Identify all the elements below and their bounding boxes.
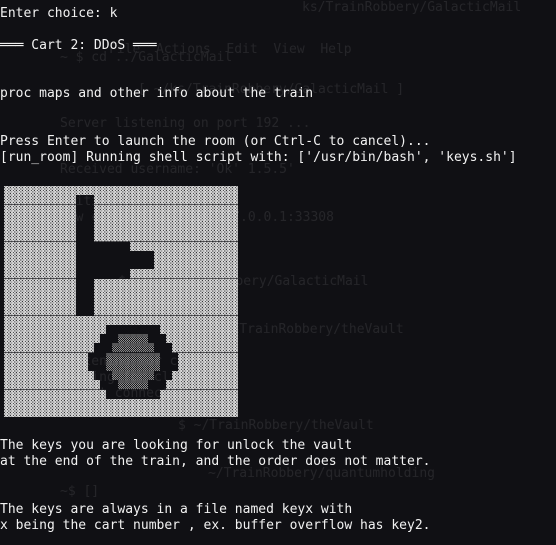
key-icon: ▓ ▓ ▓ ▓ ▓ ▓ ▓ ▓ ▓ ▓ ▓ ▓ ▓ ▓ ▓ ▓ ▓ ▓ ▓ ▓ ▓ ▓ ▓ ▓ ▓ ▓ ▓ ▓ ▓ ▓ ▓ ▓ ▓ ▓ ▓ ▓ ▓ ▓ ▓ ▓…: [4, 186, 238, 417]
key-art-row: ▓ ▓ ▓ ▓ ▓ ▓ ▓ ▓ ▓ ▓ ▓ ▓ ▓ ▓ ▓ ▓ ▓ ▓ ▓ ▓ ▓ ▓ ▓ ▓ ▓ ▓ ▓ ▓ ▓ ▓ ▓ ▓ ▓ ▓ ▓ ▓: [4, 223, 238, 233]
ghost-menu-edit: Edit: [226, 42, 258, 57]
key-art-row: ▓ ▓ ▓ ▓ ▓ ▓ ▓ ▓ ▓ ▓ ▓ ▓ ▓ ▓ ▓ ▓ ▒ ▒ ▒ ▒ ▒ ▓ ▓ ▓ ▓ ▓ ▓ ▓ ▓ ▓ ▓ ▓ ▓: [4, 334, 238, 344]
press-enter-line: Press Enter to launch the room (or Ctrl-…: [0, 134, 431, 149]
keys-line-2: at the end of the train, and the order d…: [0, 454, 431, 469]
info-line: proc maps and other info about the train: [0, 86, 314, 101]
ghost-line: $ ~/TrainRobbery/theVault: [178, 418, 374, 433]
key-art-row: ▓ ▓ ▓ ▓ ▓ ▓ ▓ ▓ ▓ ▓ ▓ ▓ ▓ ▓ ▓ ▒ ▒ ▒ ▒ ▒ ▒ ▒ ▓ ▓ ▓ ▓ ▓ ▓ ▓ ▓ ▓ ▓ ▓: [4, 371, 238, 381]
ghost-menu-actions: Actions: [155, 42, 211, 57]
prompt-line: Enter choice: k: [0, 6, 118, 21]
ghost-line: ~$ []: [60, 484, 100, 499]
key-art-row: ▓ ▓ ▓ ▓ ▓ ▓ ▓ ▓ ▓ ▓ ▓ ▓ ▓ ▓ ▓ ▓ ▓ ▓ ▓ ▓ ▓ ▓ ▓ ▓ ▓ ▓ ▓ ▓ ▓ ▓: [4, 269, 238, 279]
key-art-row: ▓ ▓ ▓ ▓ ▓ ▓ ▓ ▓ ▓ ▓ ▓ ▓ ▓ ▓ ▓ ▓ ▓ ▓ ▓ ▓ ▓ ▓ ▓ ▓ ▓ ▓ ▓ ▓ ▓ ▓ ▓ ▓ ▓ ▓ ▓ ▓: [4, 306, 238, 316]
keys-line-1: The keys you are looking for unlock the …: [0, 438, 353, 453]
key-art-row: ▓ ▓ ▓ ▓ ▓ ▓ ▓ ▓ ▓ ▓ ▓ ▓ ▓ ▓ ▒ ▒ ▒ ▒ ▒ ▒ ▒ ▒ ▒ ▓ ▓ ▓ ▓ ▓ ▓ ▓ ▓ ▓ ▓: [4, 361, 238, 371]
key-art-row: ▓ ▓ ▓ ▓ ▓ ▓ ▓ ▓ ▓ ▓ ▓ ▓ ▓ ▓ ▓ ▓ ▓ ▓ ▓ ▓ ▓ ▓ ▓ ▓ ▓ ▓ ▓ ▓ ▓ ▓ ▓ ▓ ▓ ▓ ▓ ▓: [4, 278, 238, 288]
cart-header: ═══ Cart 2: DDoS ═══: [0, 38, 157, 53]
key-art-row: ▓ ▓ ▓ ▓ ▓ ▓ ▓ ▓ ▓ ▓ ▓ ▓ ▓ ▓ ▓ ▓ ▓ ▓ ▓ ▓ ▓ ▓ ▓ ▓ ▓ ▓: [4, 250, 238, 260]
key-art-row: ▓ ▓ ▓ ▓ ▓ ▓ ▓ ▓ ▓ ▓ ▓ ▓ ▓ ▓ ▓ ▓ ▓ ▓ ▓ ▓ ▓ ▓ ▓ ▓ ▓ ▓ ▓ ▓ ▓ ▓ ▓ ▓ ▓ ▓ ▓ ▓ ▓ ▓ ▓: [4, 408, 238, 418]
terminal-window[interactable]: ks/TrainRobbery/GalacticMail File Action…: [0, 0, 556, 545]
keys-line-3: The keys are always in a file named keyx…: [0, 502, 353, 517]
key-art-row: ▓ ▓ ▓ ▓ ▓ ▓ ▓ ▓ ▓ ▓ ▓ ▓ ▓ ▓ ▓ ▓ ▒ ▒ ▒ ▒ ▒ ▓ ▓ ▓ ▓ ▓ ▓ ▓ ▓ ▓ ▓ ▓ ▓: [4, 380, 238, 390]
key-art-row: ▓ ▓ ▓ ▓ ▓ ▓ ▓ ▓ ▓ ▓ ▓ ▓ ▓ ▓ ▓ ▓ ▓ ▓ ▓ ▓ ▓ ▓ ▓ ▓ ▓ ▓ ▓ ▓ ▓ ▓: [4, 324, 238, 334]
key-art-row: ▓ ▓ ▓ ▓ ▓ ▓ ▓ ▓ ▓ ▓ ▓ ▓ ▓ ▓ ▓ ▓ ▓ ▓ ▓ ▓ ▓ ▓ ▓ ▓ ▓ ▓ ▓ ▓ ▓ ▓ ▓ ▓ ▓ ▓ ▓ ▓ ▓ ▓ ▓: [4, 398, 238, 408]
keys-line-4: x being the cart number , ex. buffer ove…: [0, 518, 431, 533]
ghost-path: ks/TrainRobbery/GalacticMail: [302, 0, 522, 15]
ghost-line: Server listening on port 192 ...: [60, 116, 311, 131]
key-art-row: ▓ ▓ ▓ ▓ ▓ ▓ ▓ ▓ ▓ ▓ ▓ ▓ ▓ ▓ ▓ ▓ ▓ ▓ ▓ ▓ ▓ ▓ ▓ ▓ ▓ ▓ ▓ ▓ ▓ ▓ ▓ ▓ ▓ ▓ ▓ ▓: [4, 213, 238, 223]
run-room-line: [run_room] Running shell script with: ['…: [0, 150, 517, 165]
key-art-row: ▓ ▓ ▓ ▓ ▓ ▓ ▓ ▓ ▓ ▓ ▓ ▓ ▓ ▓ ▓ ▓ ▓ ▓ ▓ ▓ ▓ ▓ ▓ ▓ ▓ ▓ ▓ ▓ ▓ ▓ ▓ ▓ ▓ ▓ ▓ ▓: [4, 195, 238, 205]
key-art-row: ▓ ▓ ▓ ▓ ▓ ▓ ▓ ▓ ▓ ▓ ▓ ▓ ▓ ▓ ▓ ▓ ▓ ▓ ▓ ▓ ▓ ▓ ▓ ▓ ▓ ▓ ▓ ▓ ▓ ▓ ▓ ▓ ▓ ▓ ▓ ▓: [4, 204, 238, 214]
ghost-menu-help: Help: [320, 42, 352, 57]
key-art-row: ▓ ▓ ▓ ▓ ▓ ▓ ▓ ▓ ▓ ▓ ▓ ▓ ▓ ▓ ▓ ▓ ▓ ▓ ▓ ▓ ▓ ▓ ▓ ▓ ▓ ▓ ▓ ▓ ▓ ▓: [4, 389, 238, 399]
key-art-row: ▓ ▓ ▓ ▓ ▓ ▓ ▓ ▓ ▓ ▓ ▓ ▓ ▓ ▓ ▓ ▓ ▓ ▓ ▓ ▓ ▓ ▓ ▓ ▓ ▓ ▓ ▓ ▓ ▓ ▓ ▓ ▓ ▓ ▓ ▓ ▓ ▓ ▓ ▓: [4, 186, 238, 196]
key-art-row: ▓ ▓ ▓ ▓ ▓ ▓ ▓ ▓ ▓ ▓ ▓ ▓ ▓ ▓ ▒ ▒ ▒ ▒ ▒ ▒ ▒ ▒ ▒ ▓ ▓ ▓ ▓ ▓ ▓ ▓ ▓ ▓ ▓: [4, 352, 238, 362]
key-art-row: ▓ ▓ ▓ ▓ ▓ ▓ ▓ ▓ ▓ ▓ ▓ ▓ ▓ ▓ ▓ ▒ ▒ ▒ ▒ ▒ ▒ ▒ ▓ ▓ ▓ ▓ ▓ ▓ ▓ ▓ ▓ ▓ ▓: [4, 343, 238, 353]
key-art-row: ▓ ▓ ▓ ▓ ▓ ▓ ▓ ▓ ▓ ▓ ▓ ▓ ▓ ▓ ▓ ▓ ▓ ▓ ▓ ▓ ▓ ▓ ▓ ▓ ▓ ▓ ▓ ▓ ▓ ▓: [4, 241, 238, 251]
key-art-row: ▓ ▓ ▓ ▓ ▓ ▓ ▓ ▓ ▓ ▓ ▓ ▓ ▓ ▓ ▓ ▓ ▓ ▓ ▓ ▓ ▓ ▓ ▓ ▓ ▓ ▓ ▓ ▓ ▓ ▓ ▓ ▓ ▓ ▓ ▓ ▓: [4, 297, 238, 307]
key-art-row: ▓ ▓ ▓ ▓ ▓ ▓ ▓ ▓ ▓ ▓ ▓ ▓ ▓ ▓ ▓ ▓ ▓ ▓ ▓ ▓ ▓ ▓ ▓ ▓ ▓ ▓ ▓ ▓ ▓ ▓ ▓ ▓ ▓ ▓ ▓ ▓ ▓ ▓ ▓: [4, 315, 238, 325]
ghost-menu-view: View: [273, 42, 305, 57]
key-art-row: ▓ ▓ ▓ ▓ ▓ ▓ ▓ ▓ ▓ ▓ ▓ ▓ ▓ ▓ ▓ ▓ ▓ ▓ ▓ ▓ ▓ ▓ ▓ ▓ ▓ ▓ ▓ ▓ ▓ ▓ ▓ ▓ ▓ ▓ ▓ ▓: [4, 232, 238, 242]
key-art-row: ▓ ▓ ▓ ▓ ▓ ▓ ▓ ▓ ▓ ▓ ▓ ▓ ▓ ▓ ▓ ▓ ▓ ▓ ▓ ▓ ▓ ▓ ▓ ▓ ▓ ▓: [4, 260, 238, 270]
key-art-row: ▓ ▓ ▓ ▓ ▓ ▓ ▓ ▓ ▓ ▓ ▓ ▓ ▓ ▓ ▓ ▓ ▓ ▓ ▓ ▓ ▓ ▓ ▓ ▓ ▓ ▓ ▓ ▓ ▓ ▓ ▓ ▓ ▓ ▓ ▓ ▓: [4, 287, 238, 297]
